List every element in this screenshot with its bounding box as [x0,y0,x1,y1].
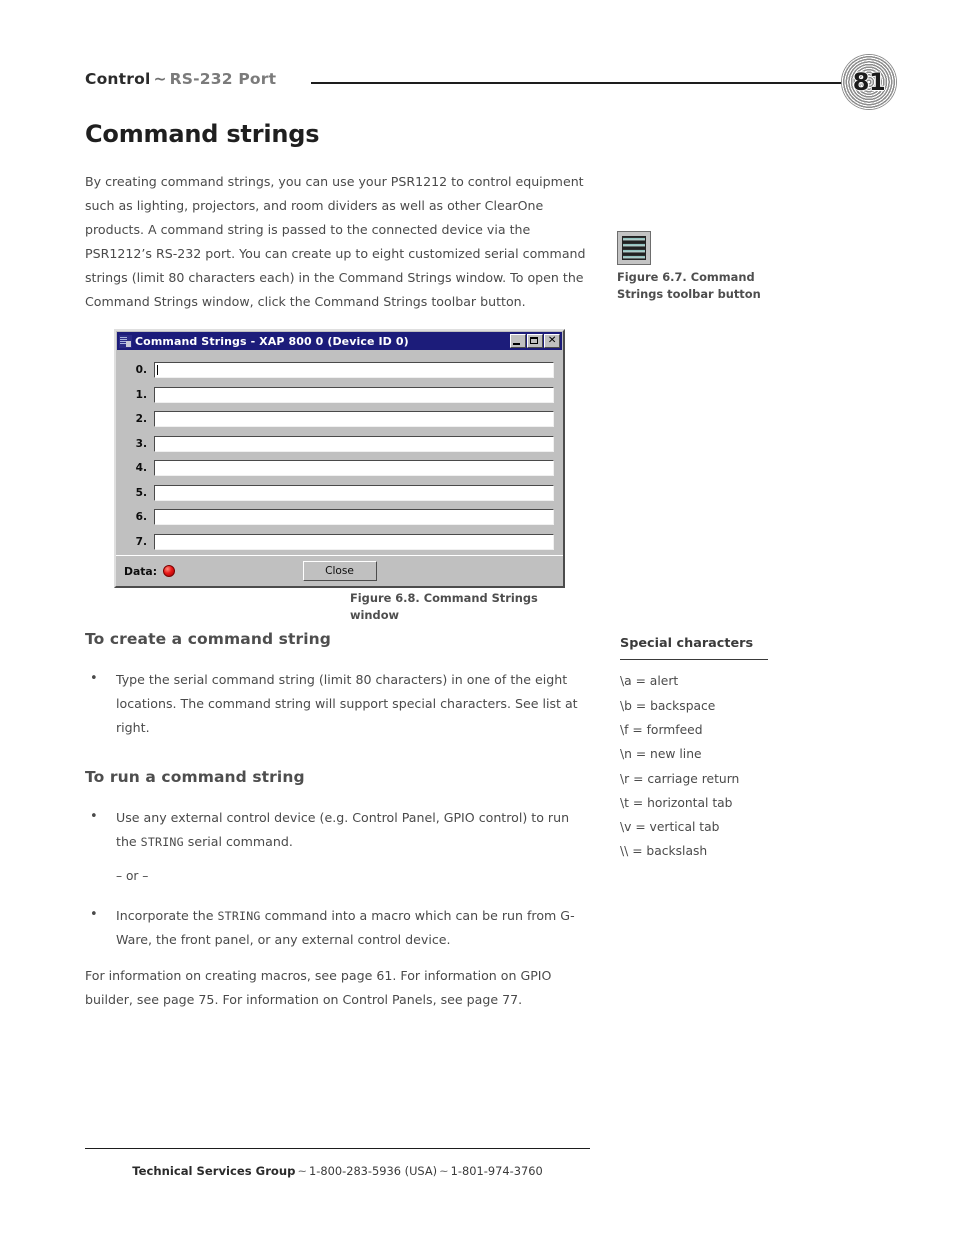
app-icon [119,334,132,348]
close-icon: ✕ [547,335,557,346]
list-item: Use any external control device (e.g. Co… [85,805,590,854]
list-item-text-pre: Incorporate the [116,908,218,923]
window-title: Command Strings - XAP 800 0 (Device ID 0… [135,334,409,348]
window-statusbar: Data: Close [116,555,563,586]
command-strings-toolbar-icon [617,231,651,265]
figure-6-7 [617,231,651,265]
special-characters-sidebar: Special characters \a = alert \b = backs… [620,636,790,864]
command-string-row: 7. [125,533,554,550]
list-item: Type the serial command string (limit 80… [85,667,590,740]
minimize-button[interactable] [510,334,526,348]
page-number: 81 [852,68,886,96]
command-string-input-1[interactable] [154,386,554,403]
row-index-label: 4. [135,462,147,474]
list-item: \r = carriage return [620,771,740,786]
command-string-input-3[interactable] [154,435,554,452]
close-window-button[interactable]: ✕ [544,334,560,348]
sidebar-heading: Special characters [620,636,754,651]
footer-phone-intl: 1-801-974-3760 [450,1164,543,1178]
or-separator: – or – [116,869,149,883]
row-index-label: 5. [135,486,147,499]
page-title: Command strings [85,120,320,148]
command-string-row: 4. [125,460,554,476]
intro-paragraph: By creating command strings, you can use… [85,174,586,309]
page-number-badge: 81 [841,54,897,110]
closing-paragraph: For information on creating macros, see … [85,968,552,1007]
window-controls: ✕ [510,334,560,348]
figure-6-8-caption: Figure 6.8. Command Strings window [350,591,538,622]
data-led-indicator [163,565,176,577]
footer: Technical Services Group ~1-800-283-5936 … [85,1164,590,1178]
special-characters-list: \a = alert \b = backspace \f = formfeed … [620,669,790,863]
row-index-label: 2. [135,413,147,425]
command-string-input-6[interactable] [154,509,554,525]
command-string-row: 2. [125,411,554,427]
row-index-label: 0. [135,364,147,376]
list-item-command: STRING [217,909,261,923]
sidebar-divider [620,659,768,661]
command-string-input-7[interactable] [154,533,554,550]
run-steps-list: Use any external control device (e.g. Co… [85,805,590,952]
list-item: Incorporate the STRING command into a ma… [85,903,590,952]
data-label: Data: [124,564,158,578]
list-item: \t = horizontal tab [620,795,733,810]
command-string-input-5[interactable] [154,484,554,501]
row-index-label: 1. [135,388,147,401]
footer-separator: ~ [297,1164,307,1178]
command-string-row: 5. [125,484,554,501]
close-button[interactable]: Close [302,561,377,581]
figure-6-7-caption: Figure 6.7. Command Strings toolbar butt… [617,270,761,301]
window-titlebar[interactable]: Command Strings - XAP 800 0 (Device ID 0… [117,332,562,350]
list-item-text-post: serial command. [183,834,293,849]
command-strings-window: Command Strings - XAP 800 0 (Device ID 0… [114,329,565,588]
list-item: \a = alert [620,674,679,689]
command-string-input-2[interactable] [154,411,554,427]
command-string-row: 6. [125,509,554,525]
section-heading-run: To run a command string [85,768,305,786]
row-index-label: 3. [135,437,147,450]
footer-phone-usa: 1-800-283-5936 (USA) [308,1164,438,1178]
maximize-button[interactable] [527,334,543,348]
row-index-label: 6. [135,511,147,523]
list-item-command: STRING [140,835,184,849]
command-string-row: 0. [125,362,554,378]
footer-divider [85,1148,590,1150]
running-head-subsection: RS-232 Port [169,70,277,88]
running-head: Control ~ RS-232 Port [85,70,276,88]
command-string-row: 3. [125,435,554,452]
create-steps-list: Type the serial command string (limit 80… [85,667,590,740]
list-item: \b = backspace [620,698,716,713]
footer-separator: ~ [439,1164,449,1178]
footer-org: Technical Services Group [132,1164,296,1178]
command-string-input-0[interactable] [154,362,554,378]
command-strings-list: 0. 1. 2. 3. 4. 5. 6. 7. [116,351,563,550]
section-heading-create: To create a command string [85,630,331,648]
header-divider [311,82,844,84]
row-index-label: 7. [135,535,147,548]
running-head-separator: ~ [153,70,167,88]
command-string-input-4[interactable] [154,460,554,476]
command-string-row: 1. [125,386,554,403]
list-item: \\ = backslash [620,844,708,859]
list-item: \v = vertical tab [620,820,720,835]
running-head-section: Control [85,70,151,88]
list-item: \n = new line [620,747,702,762]
list-item: \f = formfeed [620,722,703,737]
icon-bar [622,254,646,260]
